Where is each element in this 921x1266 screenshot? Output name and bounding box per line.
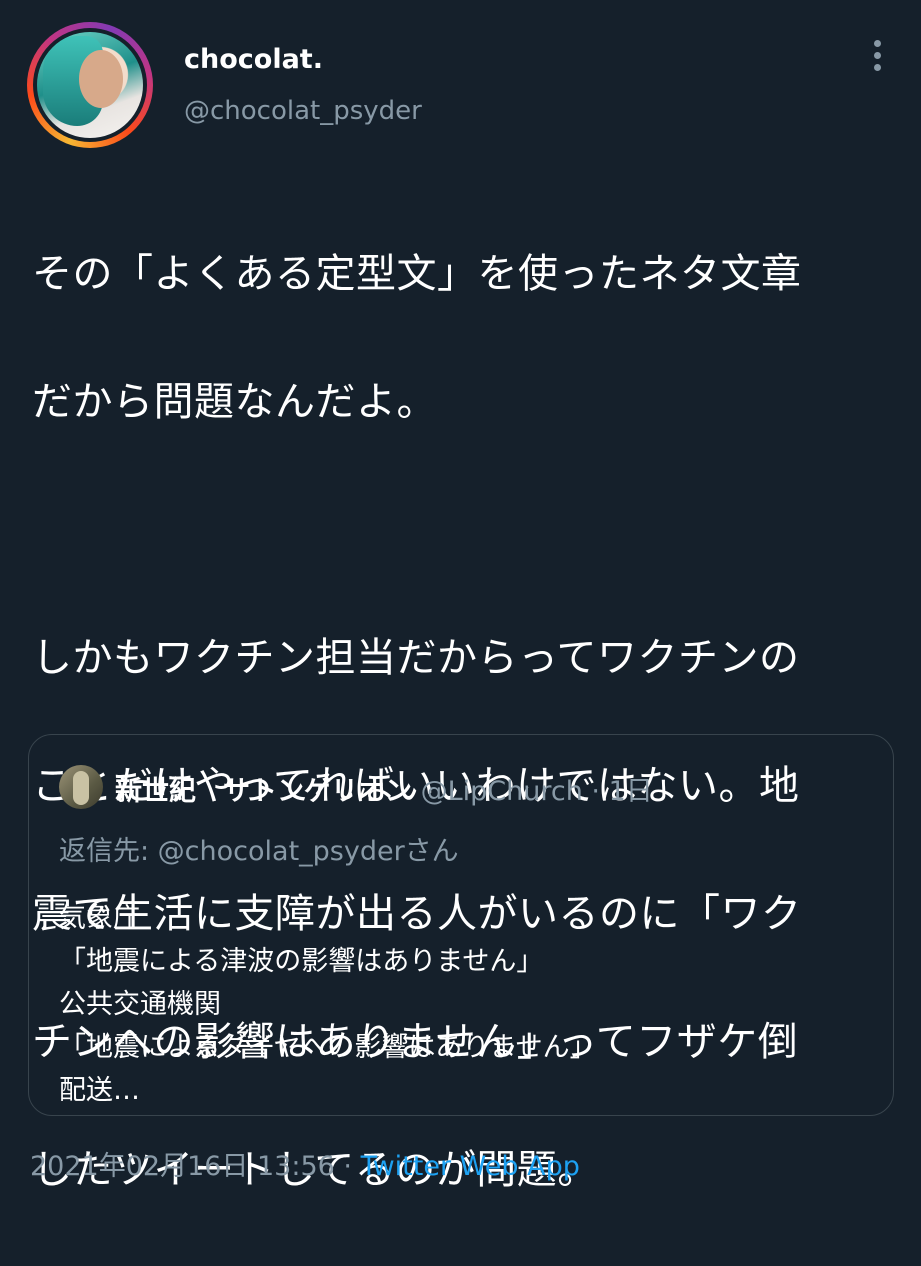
tweet-meta: 2021年02月16日 13:56 · Twitter Web App	[30, 1144, 580, 1183]
tweet-source-link[interactable]: Twitter Web App	[361, 1151, 580, 1182]
author-avatar[interactable]	[27, 22, 153, 148]
quoted-body-line: 公共交通機関	[59, 989, 221, 1020]
quoted-tweet-body: 気象庁 「地震による津波の影響はありません」 公共交通機関 「地震によるダイヤへ…	[59, 897, 597, 1112]
avatar-image	[37, 32, 143, 138]
quoted-reply-to: 返信先: @chocolat_psyderさん	[59, 836, 459, 867]
quoted-tweet-card[interactable]: 新世紀 サトンゲリオン @LipChurch · 1日 返信先: @chocol…	[28, 734, 894, 1116]
author-handle[interactable]: @chocolat_psyder	[184, 96, 422, 126]
more-vertical-icon[interactable]	[866, 40, 888, 76]
tweet-line: その「よくある定型文」を使ったネタ文章	[32, 251, 802, 297]
tweet-line	[32, 498, 892, 562]
meta-separator: ·	[334, 1151, 361, 1182]
quoted-body-line: 「地震による津波の影響はありません」	[59, 946, 544, 977]
quoted-tweet-time: 1日	[608, 776, 653, 807]
quoted-tweet-header: 新世紀 サトンゲリオン @LipChurch · 1日	[115, 769, 653, 808]
tweet-line: しかもワクチン担当だからってワクチンの	[32, 635, 800, 681]
quoted-author-handle: @LipChurch	[420, 776, 583, 807]
quoted-body-line: 配送…	[59, 1075, 140, 1106]
quoted-author-name: 新世紀 サトンゲリオン	[115, 776, 412, 807]
avatar-face	[79, 50, 123, 108]
quoted-header-separator: ·	[582, 776, 609, 807]
tweet-line: だから問題なんだよ。	[32, 379, 437, 425]
quoted-author-avatar	[59, 765, 103, 809]
avatar-ring-gap	[33, 28, 147, 142]
tweet-timestamp[interactable]: 2021年02月16日 13:56	[30, 1151, 335, 1182]
author-display-name[interactable]: chocolat.	[184, 44, 323, 75]
quoted-body-line: 「地震によるダイヤへの影響はありません」	[59, 1032, 597, 1063]
quoted-body-line: 気象庁	[59, 903, 140, 934]
